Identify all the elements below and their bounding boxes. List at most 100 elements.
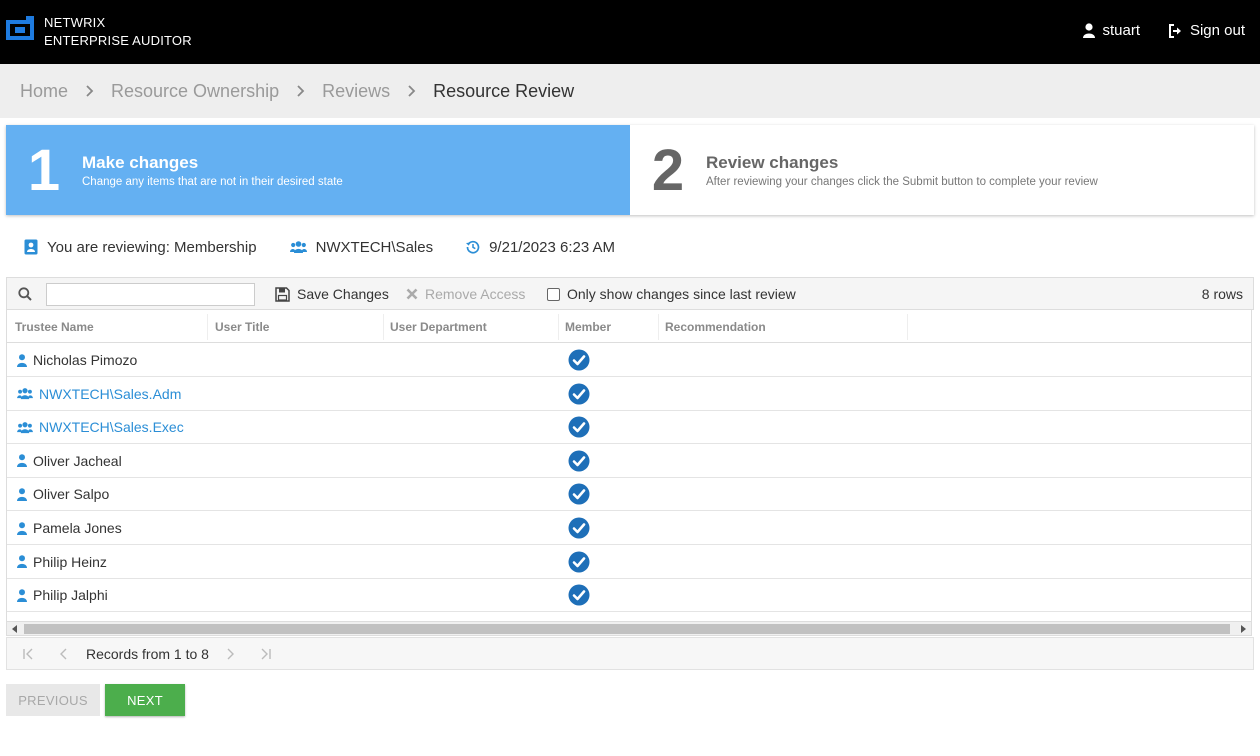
next-page-icon[interactable] xyxy=(223,647,237,661)
user-menu[interactable]: stuart xyxy=(1083,22,1140,39)
history-icon xyxy=(466,240,480,254)
username: stuart xyxy=(1102,22,1140,39)
first-page-icon[interactable] xyxy=(22,647,36,661)
review-resource: NWXTECH\Sales xyxy=(289,239,433,256)
horizontal-scrollbar[interactable] xyxy=(6,621,1252,636)
remove-access-button[interactable]: Remove Access xyxy=(406,286,525,302)
save-changes-label: Save Changes xyxy=(297,286,389,302)
column-header-recommendation[interactable]: Recommendation xyxy=(665,320,766,334)
search-icon xyxy=(18,287,32,301)
close-icon xyxy=(406,288,418,300)
trustee-name-cell: Pamela Jones xyxy=(17,520,122,536)
trustee-name-cell: Nicholas Pimozo xyxy=(17,352,137,368)
user-icon xyxy=(17,488,27,501)
member-check-icon[interactable] xyxy=(568,517,590,539)
trustee-name: Philip Heinz xyxy=(33,553,107,570)
last-page-icon[interactable] xyxy=(258,647,272,661)
scrollbar-thumb[interactable] xyxy=(24,624,1230,634)
only-changes-toggle[interactable]: Only show changes since last review xyxy=(547,286,796,302)
user-icon xyxy=(1083,23,1096,38)
trustee-name-cell[interactable]: NWXTECH\Sales.Adm xyxy=(17,386,181,402)
trustee-name: Pamela Jones xyxy=(33,520,122,536)
member-check-icon[interactable] xyxy=(568,450,590,472)
column-divider xyxy=(658,314,659,340)
breadcrumb-reviews[interactable]: Reviews xyxy=(322,81,390,102)
grid-header: Trustee Name User Title User Department … xyxy=(7,310,1251,343)
breadcrumb: Home Resource Ownership Reviews Resource… xyxy=(0,64,1260,118)
breadcrumb-resource-ownership[interactable]: Resource Ownership xyxy=(111,81,279,102)
group-icon xyxy=(289,241,307,253)
column-divider xyxy=(907,314,908,340)
trustee-name-cell: Philip Heinz xyxy=(17,554,107,570)
step-description: After reviewing your changes click the S… xyxy=(706,175,1098,188)
user-icon xyxy=(17,454,27,468)
step-review-changes: 2 Review changes After reviewing your ch… xyxy=(630,125,1254,215)
step-description: Change any items that are not in their d… xyxy=(82,175,343,188)
scroll-left-icon[interactable] xyxy=(9,623,21,635)
trustee-name-cell: Oliver Salpo xyxy=(17,486,109,502)
column-header-member[interactable]: Member xyxy=(565,320,611,334)
row-count: 8 rows xyxy=(1201,286,1243,302)
member-check-icon[interactable] xyxy=(568,383,590,405)
grid-toolbar: Save Changes Remove Access Only show cha… xyxy=(6,277,1254,310)
previous-page-icon[interactable] xyxy=(57,647,71,661)
member-check-icon[interactable] xyxy=(568,551,590,573)
review-timestamp: 9/21/2023 6:23 AM xyxy=(466,239,615,256)
scroll-right-icon[interactable] xyxy=(1237,623,1249,635)
breadcrumb-home[interactable]: Home xyxy=(20,81,68,102)
user-icon xyxy=(17,588,27,602)
search-input[interactable] xyxy=(46,283,255,306)
sign-out-link[interactable]: Sign out xyxy=(1168,22,1245,39)
chevron-right-icon xyxy=(279,85,322,97)
membership-grid: Trustee Name User Title User Department … xyxy=(6,310,1252,622)
review-info-bar: You are reviewing: Membership NWXTECH\Sa… xyxy=(24,236,648,258)
column-divider xyxy=(383,314,384,340)
column-divider xyxy=(558,314,559,340)
brand-product: ENTERPRISE AUDITOR xyxy=(44,33,192,48)
trustee-name: Oliver Salpo xyxy=(33,486,110,503)
netwrix-logo-icon xyxy=(6,16,34,40)
review-type-label: You are reviewing: Membership xyxy=(47,238,257,256)
member-check-icon[interactable] xyxy=(568,349,590,371)
table-row[interactable]: Pamela Jones xyxy=(7,511,1251,545)
user-icon xyxy=(17,555,27,569)
table-row[interactable]: Philip Heinz xyxy=(7,545,1251,579)
brand-name: NETWRIX xyxy=(44,15,106,30)
table-row[interactable]: Philip Jalphi xyxy=(7,578,1251,613)
step-number: 2 xyxy=(651,137,685,203)
step-make-changes: 1 Make changes Change any items that are… xyxy=(6,125,630,215)
save-changes-button[interactable]: Save Changes xyxy=(275,286,389,302)
only-changes-checkbox[interactable] xyxy=(547,287,560,301)
chevron-right-icon xyxy=(68,85,111,97)
table-row[interactable]: NWXTECH\Sales.Exec xyxy=(7,410,1251,445)
column-divider xyxy=(207,314,208,340)
table-row[interactable]: NWXTECH\Sales.Adm xyxy=(7,377,1251,411)
user-icon xyxy=(17,521,27,535)
table-row[interactable]: Oliver Jacheal xyxy=(7,444,1251,478)
trustee-name-cell[interactable]: NWXTECH\Sales.Exec xyxy=(17,419,184,435)
trustee-name: Nicholas Pimozo xyxy=(33,352,138,368)
step-number: 1 xyxy=(27,137,61,203)
trustee-name: Philip Jalphi xyxy=(33,587,108,604)
group-icon xyxy=(17,387,33,400)
trustee-name: NWXTECH\Sales.Adm xyxy=(39,385,182,402)
next-button[interactable]: NEXT xyxy=(105,684,185,716)
step-title: Review changes xyxy=(706,152,839,172)
column-header-trustee-name[interactable]: Trustee Name xyxy=(15,320,94,334)
trustee-name: NWXTECH\Sales.Exec xyxy=(39,419,184,436)
previous-button[interactable]: PREVIOUS xyxy=(6,684,100,716)
column-header-user-title[interactable]: User Title xyxy=(215,320,269,334)
member-check-icon[interactable] xyxy=(568,584,590,606)
trustee-name-cell: Philip Jalphi xyxy=(17,587,108,603)
column-header-user-department[interactable]: User Department xyxy=(390,320,487,334)
sign-out-icon xyxy=(1168,23,1181,38)
contact-card-icon xyxy=(24,239,38,255)
remove-access-label: Remove Access xyxy=(425,286,526,302)
table-row[interactable]: Nicholas Pimozo xyxy=(7,343,1251,377)
trustee-name-cell: Oliver Jacheal xyxy=(17,453,122,469)
table-row[interactable]: Oliver Salpo xyxy=(7,477,1251,512)
member-check-icon[interactable] xyxy=(568,416,590,438)
member-check-icon[interactable] xyxy=(568,483,590,505)
user-icon xyxy=(17,353,27,367)
review-type: You are reviewing: Membership xyxy=(24,239,257,256)
